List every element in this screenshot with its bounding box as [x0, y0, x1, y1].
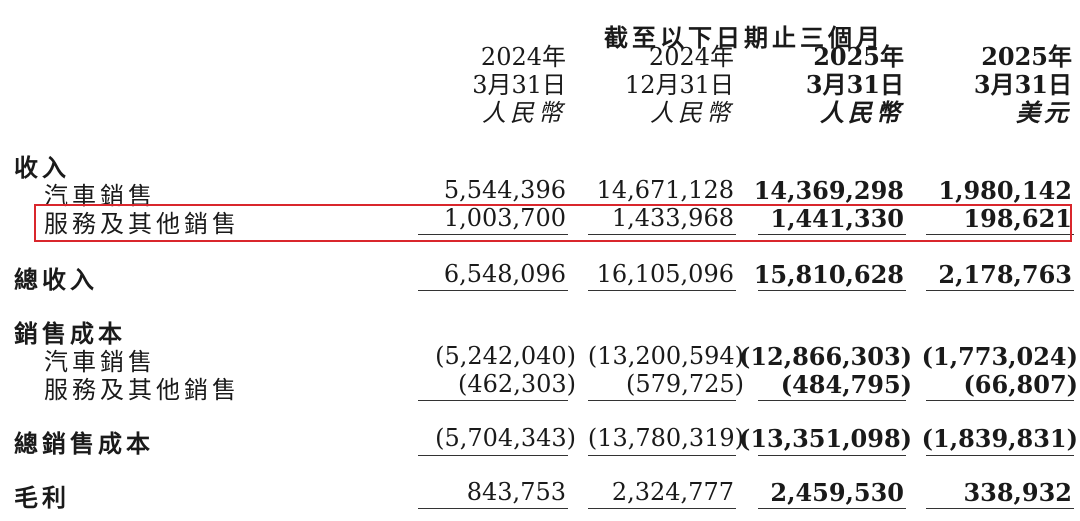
cost-services-label: 服務及其他銷售	[44, 376, 240, 404]
gross-profit-rule-col2	[588, 508, 736, 509]
cost-subtotal-rule-col1	[418, 400, 568, 401]
total-cost-rule-col3	[758, 455, 906, 456]
gross-profit-rule-col4	[926, 508, 1074, 509]
total-cost-label: 總銷售成本	[14, 430, 154, 458]
total-revenue-rule-col4	[926, 290, 1074, 291]
total-revenue-label: 總收入	[14, 266, 98, 294]
cost-vehicle-col4: (1,773,024)	[921, 342, 1078, 371]
total-revenue-rule-col1	[418, 290, 568, 291]
cost-subtotal-rule-col3	[758, 400, 906, 401]
cost-subtotal-rule-col4	[926, 400, 1074, 401]
vehicle-sales-col4: 1,980,142	[938, 176, 1072, 205]
cost-services-col4: (66,807)	[963, 370, 1078, 399]
total-revenue-rule-col3	[758, 290, 906, 291]
col4-year: 2025年	[981, 42, 1072, 71]
highlight-box	[34, 204, 1072, 242]
col4-date: 3月31日	[973, 70, 1072, 99]
gross-profit-rule-col3	[758, 508, 906, 509]
cost-subtotal-rule-col2	[588, 400, 736, 401]
gross-profit-rule-col1	[418, 508, 568, 509]
total-revenue-col4: 2,178,763	[938, 260, 1072, 289]
total-cost-col4: (1,839,831)	[921, 424, 1078, 453]
total-cost-rule-col2	[588, 455, 736, 456]
total-revenue-rule-col2	[588, 290, 736, 291]
total-cost-rule-col4	[926, 455, 1074, 456]
gross-profit-col4: 338,932	[963, 478, 1072, 507]
total-cost-rule-col1	[418, 455, 568, 456]
gross-profit-label: 毛利	[14, 484, 70, 512]
col4-currency: 美元	[1016, 98, 1072, 127]
